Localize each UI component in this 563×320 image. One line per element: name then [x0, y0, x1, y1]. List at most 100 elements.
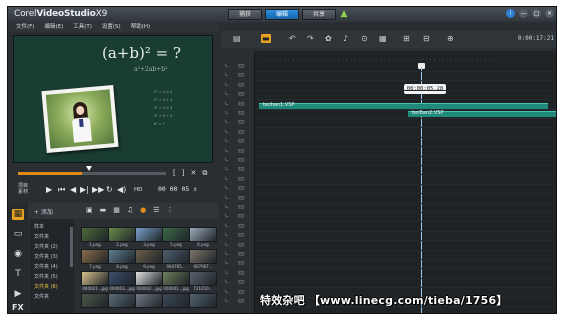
track-visibility-icon[interactable]: ∟: [225, 63, 229, 69]
track-visibility-icon[interactable]: ∟: [225, 232, 229, 238]
media-thumbnail[interactable]: 007067...: [189, 249, 217, 269]
folder-item[interactable]: 文件夹 (4): [34, 263, 58, 270]
minimize-button[interactable]: —: [519, 9, 528, 18]
menu-settings[interactable]: 设置(S): [102, 22, 121, 32]
video-filter-icon[interactable]: ▬: [100, 206, 107, 214]
timeline-view-icon[interactable]: ▬: [261, 34, 271, 43]
track-header-row[interactable]: ∟ ◫◫: [225, 138, 253, 146]
upload-arrow-icon[interactable]: ▲: [339, 9, 349, 20]
tab-share[interactable]: 共享: [302, 9, 336, 20]
track-header-row[interactable]: ∟ ◫◫: [225, 101, 253, 109]
track-visibility-icon[interactable]: ∟: [225, 129, 229, 135]
menu-edit[interactable]: 编辑(E): [44, 22, 63, 32]
track-header-row[interactable]: ∟ ◫◫: [225, 232, 253, 240]
track-visibility-icon[interactable]: ∟: [225, 223, 229, 229]
folder-item[interactable]: 文件夹: [34, 233, 49, 240]
hd-preview-icon[interactable]: HD: [134, 187, 142, 193]
track-visibility-icon[interactable]: ∟: [225, 204, 229, 210]
home-icon[interactable]: ⏮: [58, 185, 65, 195]
track-visibility-icon[interactable]: ∟: [225, 279, 229, 285]
track-visibility-icon[interactable]: ∟: [225, 110, 229, 116]
track-header-row[interactable]: ∟ ◫◫: [225, 242, 253, 250]
track-header-row[interactable]: ∟ ◫◫: [225, 157, 253, 165]
add-folder-button[interactable]: + 添加: [34, 207, 53, 216]
track-header-row[interactable]: ∟ ◫◫: [225, 63, 253, 71]
media-thumbnail[interactable]: [108, 293, 136, 313]
timeline-area[interactable]: ∟ ◫◫ ∟ ◫◫ ∟ ◫◫ ∟ ◫◫ ∟ ◫◫ ∟ ◫◫ ∟ ◫◫ ∟ ◫◫ ∟ ◫◫ ∟ ◫◫ ∟ ◫◫ ∟ ◫◫ ∟ ◫◫ ∟…: [221, 51, 556, 313]
track-header-row[interactable]: ∟ ◫◫: [225, 129, 253, 137]
track-visibility-icon[interactable]: ∟: [225, 251, 229, 257]
previous-frame-icon[interactable]: ◀: [70, 185, 76, 194]
folder-item[interactable]: 文件夹 (2): [34, 243, 58, 250]
media-thumbnail[interactable]: 6.png: [189, 227, 217, 247]
folder-item[interactable]: 文件夹: [34, 293, 49, 300]
sound-mixer-icon[interactable]: ♪: [343, 34, 348, 43]
media-thumbnail[interactable]: [189, 293, 217, 313]
track-visibility-icon[interactable]: ∟: [225, 101, 229, 107]
track-visibility-icon[interactable]: ∟: [225, 91, 229, 97]
track-header-row[interactable]: ∟ ◫◫: [225, 298, 253, 306]
zoom-out-icon[interactable]: ⊕: [447, 34, 454, 43]
media-thumbnail[interactable]: 3.png: [135, 227, 163, 247]
track-visibility-icon[interactable]: ∟: [225, 138, 229, 144]
track-header-row[interactable]: ∟ ◫◫: [225, 72, 253, 80]
track-visibility-icon[interactable]: ∟: [225, 195, 229, 201]
track-header-row[interactable]: ∟ ◫◫: [225, 176, 253, 184]
mark-out-icon[interactable]: ]: [182, 169, 185, 178]
record-icon[interactable]: ●: [140, 206, 146, 214]
media-thumbnail[interactable]: 5.png: [162, 227, 190, 247]
motion-tracking-icon[interactable]: ▦: [379, 34, 387, 43]
list-view-icon[interactable]: ☰: [153, 206, 159, 214]
media-thumbnail[interactable]: T21010...: [189, 271, 217, 291]
menu-tools[interactable]: 工具(T): [73, 22, 92, 32]
track-visibility-icon[interactable]: ∟: [225, 213, 229, 219]
track-visibility-icon[interactable]: ∟: [225, 157, 229, 163]
track-header-row[interactable]: ∟ ◫◫: [225, 204, 253, 212]
end-icon[interactable]: ▶▶: [92, 185, 104, 194]
track-header-row[interactable]: ∟ ◫◫: [225, 91, 253, 99]
mode-clip[interactable]: 素材: [18, 189, 28, 195]
track-visibility-icon[interactable]: ∟: [225, 72, 229, 78]
split-clip-icon[interactable]: ✕: [190, 169, 196, 178]
track-header-row[interactable]: ∟ ◫◫: [225, 166, 253, 174]
undo-icon[interactable]: ↶: [289, 34, 296, 43]
media-thumbnail[interactable]: 000001...jpg: [162, 271, 190, 291]
track-header-row[interactable]: ∟ ◫◫: [225, 213, 253, 221]
track-header-row[interactable]: ∟ ◫◫: [225, 148, 253, 156]
tab-capture[interactable]: 捕获: [228, 9, 262, 20]
media-library-icon[interactable]: ▦: [12, 209, 24, 220]
folder-item[interactable]: 文件夹 (3): [34, 253, 58, 260]
media-thumbnail[interactable]: 8.png: [108, 249, 136, 269]
track-header-row[interactable]: ∟ ◫◫: [225, 195, 253, 203]
transition-icon[interactable]: ◉: [12, 249, 24, 260]
enlarge-preview-icon[interactable]: ⧉: [202, 169, 207, 178]
menu-file[interactable]: 文件(F): [16, 22, 34, 32]
info-icon[interactable]: i: [506, 9, 515, 18]
folder-item[interactable]: 文件夹 (5): [34, 273, 58, 280]
folder-item[interactable]: 样本: [34, 223, 44, 230]
track-header-row[interactable]: ∟ ◫◫: [225, 279, 253, 287]
redo-icon[interactable]: ↷: [307, 34, 314, 43]
track-header-row[interactable]: ∟ ◫◫: [225, 119, 253, 127]
track-header-row[interactable]: ∟ ◫◫: [225, 289, 253, 297]
track-header-row[interactable]: ∟ ◫◫: [225, 82, 253, 90]
media-thumbnail[interactable]: 000002...jpg: [135, 271, 163, 291]
storyboard-view-icon[interactable]: ▤: [233, 34, 241, 43]
media-thumbnail[interactable]: [162, 293, 190, 313]
track-visibility-icon[interactable]: ∟: [225, 289, 229, 295]
preview-timecode[interactable]: 00 00 05 ⇕: [158, 185, 197, 193]
maximize-button[interactable]: □: [532, 9, 541, 18]
scrubber-handle[interactable]: [85, 166, 92, 171]
preview-scrubber[interactable]: [18, 172, 166, 175]
folder-item-selected[interactable]: 文件夹 (6): [34, 283, 58, 290]
preview-window[interactable]: (a+b)² = ? a²+2ab+b² 2² = 2 × 2 2² = 4 +…: [13, 35, 213, 163]
audio-filter-icon[interactable]: ♫: [127, 206, 133, 214]
repeat-icon[interactable]: ↻: [106, 185, 113, 194]
instant-project-icon[interactable]: ▭: [12, 229, 24, 240]
media-thumbnail[interactable]: 1.png: [81, 227, 109, 247]
tab-edit[interactable]: 编辑: [265, 9, 299, 20]
subtitle-editor-icon[interactable]: ⊞: [403, 34, 410, 43]
track-visibility-icon[interactable]: ∟: [225, 242, 229, 248]
media-thumbnail[interactable]: 004765...: [162, 249, 190, 269]
track-visibility-icon[interactable]: ∟: [225, 148, 229, 154]
